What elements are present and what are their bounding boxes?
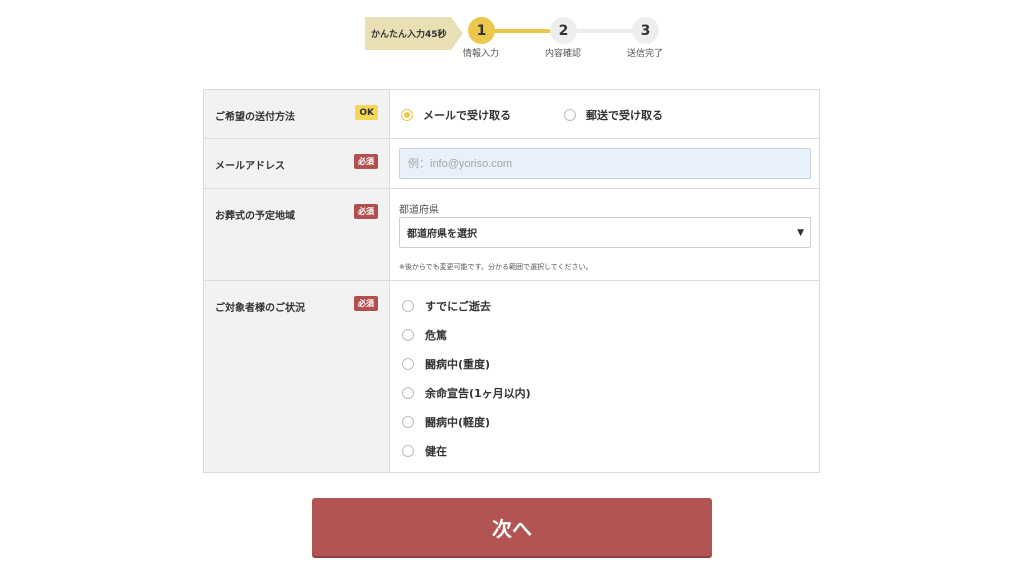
required-badge: 必須 [354, 154, 378, 169]
ok-badge: OK [355, 105, 378, 120]
status-label-cell: ご対象者様のご状況 必須 [204, 281, 390, 472]
prefecture-sublabel: 都道府県 [399, 205, 439, 216]
email-label-cell: メールアドレス 必須 [204, 139, 390, 188]
radio-unchecked-icon[interactable] [402, 445, 414, 457]
status-option-label: 余命宣告(1ヶ月以内) [425, 387, 531, 400]
step-3-label: 送信完了 [626, 49, 663, 59]
step-1-label: 情報入力 [462, 49, 499, 59]
required-badge: 必須 [354, 204, 378, 219]
region-select-cell: 都道府県 都道府県を選択 ▼ ※後からでも変更可能です。分かる範囲で選択してくだ… [390, 189, 819, 280]
status-row: ご対象者様のご状況 必須 すでにご逝去 危篤 闘病中(重度) 余命宣告(1ヶ月以… [204, 281, 819, 472]
status-option-severe-illness[interactable]: 闘病中(重度) [402, 356, 490, 372]
region-label-cell: お葬式の予定地域 必須 [204, 189, 390, 280]
required-badge: 必須 [354, 296, 378, 311]
delivery-method-label-cell: ご希望の送付方法 OK [204, 90, 390, 138]
status-option-label: すでにご逝去 [425, 300, 491, 313]
radio-checked-icon[interactable] [401, 109, 413, 121]
delivery-email-label: メールで受け取る [423, 109, 511, 122]
step-2-circle: 2 [550, 17, 577, 44]
status-label: ご対象者様のご状況 [215, 303, 305, 314]
radio-unchecked-icon[interactable] [402, 387, 414, 399]
delivery-post-label: 郵送で受け取る [586, 109, 663, 122]
email-input-cell [390, 139, 819, 188]
radio-unchecked-icon[interactable] [402, 416, 414, 428]
region-row: お葬式の予定地域 必須 都道府県 都道府県を選択 ▼ ※後からでも変更可能です。… [204, 189, 819, 281]
step-3-circle: 3 [632, 17, 659, 44]
email-input[interactable] [399, 148, 811, 179]
status-option-critical[interactable]: 危篤 [402, 327, 447, 343]
delivery-method-label: ご希望の送付方法 [215, 112, 295, 123]
delivery-post-option[interactable]: 郵送で受け取る [564, 107, 663, 123]
status-option-label: 危篤 [425, 329, 447, 342]
caret-down-icon: ▼ [797, 228, 804, 238]
status-option-label: 闘病中(重度) [425, 358, 491, 371]
contact-form: ご希望の送付方法 OK メールで受け取る 郵送で受け取る メールアドレス 必須 … [203, 89, 820, 473]
step-2-label: 内容確認 [544, 49, 581, 59]
prefecture-select-value: 都道府県を選択 [407, 229, 477, 240]
region-note: ※後からでも変更可能です。分かる範囲で選択してください。 [399, 263, 593, 271]
radio-unchecked-icon[interactable] [402, 300, 414, 312]
progress-stepper: かんたん入力45秒 1 情報入力 2 内容確認 3 送信完了 [0, 0, 1024, 70]
radio-unchecked-icon[interactable] [564, 109, 576, 121]
status-option-terminal[interactable]: 余命宣告(1ヶ月以内) [402, 385, 531, 401]
delivery-method-row: ご希望の送付方法 OK メールで受け取る 郵送で受け取る [204, 90, 819, 139]
next-button[interactable]: 次へ [312, 498, 712, 556]
step-1-circle: 1 [468, 17, 495, 44]
email-label: メールアドレス [215, 161, 285, 172]
delivery-email-option[interactable]: メールで受け取る [401, 107, 511, 123]
region-label: お葬式の予定地域 [215, 211, 295, 222]
status-option-label: 健在 [425, 445, 447, 458]
radio-unchecked-icon[interactable] [402, 329, 414, 341]
status-option-mild-illness[interactable]: 闘病中(軽度) [402, 414, 490, 430]
status-option-label: 闘病中(軽度) [425, 416, 491, 429]
status-option-healthy[interactable]: 健在 [402, 443, 447, 459]
email-row: メールアドレス 必須 [204, 139, 819, 189]
prefecture-select[interactable]: 都道府県を選択 ▼ [399, 217, 811, 248]
radio-unchecked-icon[interactable] [402, 358, 414, 370]
status-option-deceased[interactable]: すでにご逝去 [402, 298, 491, 314]
status-options: すでにご逝去 危篤 闘病中(重度) 余命宣告(1ヶ月以内) 闘病中(軽度) 健在 [390, 281, 819, 472]
delivery-method-options: メールで受け取る 郵送で受け取る [390, 90, 819, 138]
